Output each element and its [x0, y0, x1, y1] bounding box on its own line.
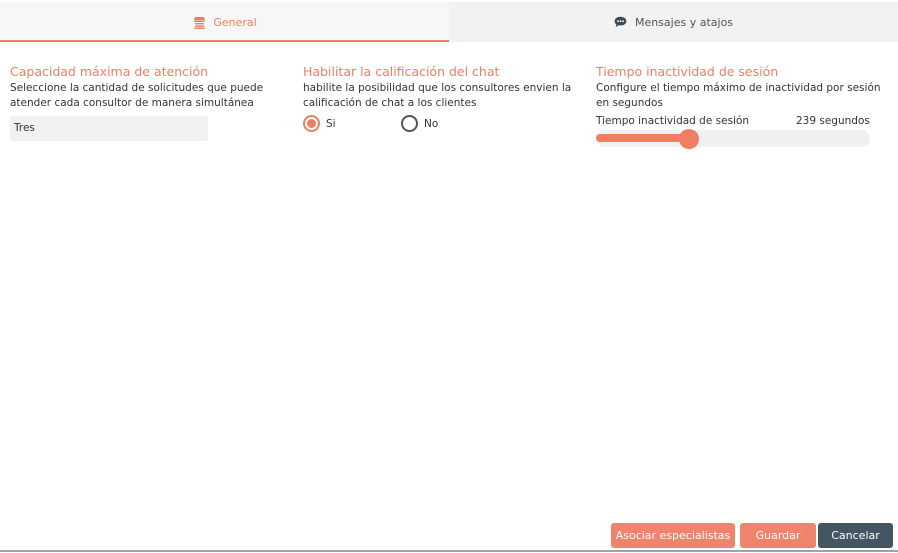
rating-radio-no[interactable]: No	[401, 115, 438, 132]
tab-mensajes-label: Mensajes y atajos	[634, 15, 734, 29]
inactivity-slider-fill	[596, 134, 690, 142]
inactivity-title: Tiempo inactividad de sesión	[596, 64, 779, 79]
settings-tabs: General Mensajes y atajos	[0, 2, 898, 42]
capacity-description: Seleccione la cantidad de solicitudes qu…	[10, 82, 264, 109]
chat-bubble-icon	[614, 15, 628, 29]
inactivity-section: Tiempo inactividad de sesión Configure e…	[596, 63, 886, 111]
rating-section: Habilitar la calificación del chat habil…	[303, 63, 578, 111]
tab-general[interactable]: General	[0, 2, 449, 42]
bottom-divider	[0, 550, 898, 552]
rating-title: Habilitar la calificación del chat	[303, 64, 500, 79]
store-icon	[192, 15, 206, 29]
rating-option-no-label: No	[424, 117, 439, 130]
associate-specialists-button[interactable]: Asociar especialistas	[611, 523, 735, 548]
slider-value: 239 segundos	[796, 115, 870, 127]
inactivity-description: Configure el tiempo máximo de inactivida…	[596, 82, 881, 109]
tab-mensajes-y-atajos[interactable]: Mensajes y atajos	[449, 2, 898, 42]
radio-unselected-icon	[401, 115, 418, 132]
save-button[interactable]: Guardar	[740, 523, 816, 548]
cancel-button[interactable]: Cancelar	[818, 523, 893, 548]
capacity-section: Capacidad máxima de atención Seleccione …	[10, 63, 280, 111]
capacity-select[interactable]: Tres	[10, 116, 208, 141]
tab-general-label: General	[213, 15, 257, 29]
rating-description: habilite la posibilidad que los consulto…	[303, 82, 572, 109]
radio-selected-icon	[303, 115, 320, 132]
capacity-title: Capacidad máxima de atención	[10, 64, 209, 79]
rating-radio-si[interactable]: Si	[303, 115, 336, 132]
rating-option-si-label: Si	[326, 117, 336, 130]
slider-label: Tiempo inactividad de sesión	[596, 115, 750, 127]
